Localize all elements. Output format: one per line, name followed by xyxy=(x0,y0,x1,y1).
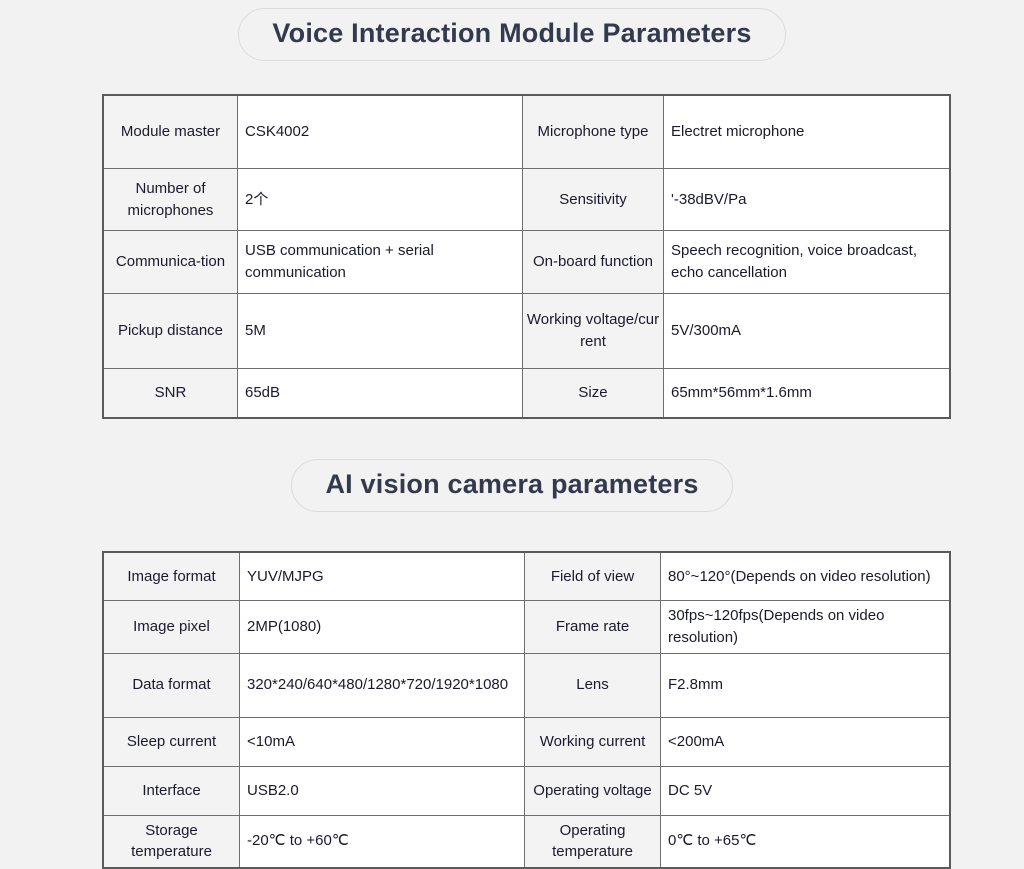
param-value: F2.8mm xyxy=(660,652,951,718)
table-row: Image pixel 2MP(1080) Frame rate 30fps~1… xyxy=(102,600,951,654)
table-row: Data format 320*240/640*480/1280*720/192… xyxy=(102,652,951,718)
param-label: Microphone type xyxy=(522,94,664,169)
table-row: Sleep current <10mA Working current <200… xyxy=(102,716,951,767)
param-label: Size xyxy=(522,368,664,419)
camera-section-heading-label: AI vision camera parameters xyxy=(291,459,733,513)
param-value: YUV/MJPG xyxy=(239,551,525,601)
param-label: Operating temperature xyxy=(524,814,661,869)
param-label: Image format xyxy=(102,551,240,601)
param-label: Image pixel xyxy=(102,600,240,654)
param-label: Working voltage/current xyxy=(522,293,664,369)
param-label: On-board function xyxy=(522,230,664,294)
param-value: 5V/300mA xyxy=(663,293,951,369)
param-value: Electret microphone xyxy=(663,94,951,169)
param-value: USB communication + serial communication xyxy=(237,230,523,294)
spec-sheet-page: Voice Interaction Module Parameters Modu… xyxy=(0,0,1024,869)
voice-section-heading-label: Voice Interaction Module Parameters xyxy=(238,8,786,62)
camera-section-heading: AI vision camera parameters xyxy=(0,459,1024,513)
table-row: Module master CSK4002 Microphone type El… xyxy=(102,94,951,169)
param-label: Frame rate xyxy=(524,600,661,654)
param-value: <200mA xyxy=(660,716,951,767)
param-label: Lens xyxy=(524,652,661,718)
camera-parameters-table: Image format YUV/MJPG Field of view 80°~… xyxy=(102,551,951,869)
table-row: SNR 65dB Size 65mm*56mm*1.6mm xyxy=(102,368,951,419)
param-label: Number of microphones xyxy=(102,168,238,231)
table-row: Image format YUV/MJPG Field of view 80°~… xyxy=(102,551,951,601)
param-value: 30fps~120fps(Depends on video resolution… xyxy=(660,600,951,654)
param-value: 80°~120°(Depends on video resolution) xyxy=(660,551,951,601)
param-value: 5M xyxy=(237,293,523,369)
param-value: USB2.0 xyxy=(239,765,525,816)
table-row: Pickup distance 5M Working voltage/curre… xyxy=(102,293,951,369)
param-value: <10mA xyxy=(239,716,525,767)
param-label: Operating voltage xyxy=(524,765,661,816)
param-value: 2MP(1080) xyxy=(239,600,525,654)
param-value: 65dB xyxy=(237,368,523,419)
param-value: 2个 xyxy=(237,168,523,231)
table-row: Communica-tion USB communication + seria… xyxy=(102,230,951,294)
param-value: '-38dBV/Pa xyxy=(663,168,951,231)
param-value: 65mm*56mm*1.6mm xyxy=(663,368,951,419)
param-label: Sensitivity xyxy=(522,168,664,231)
param-label: SNR xyxy=(102,368,238,419)
voice-section-heading: Voice Interaction Module Parameters xyxy=(0,8,1024,62)
table-row: Number of microphones 2个 Sensitivity '-3… xyxy=(102,168,951,231)
param-value: Speech recognition, voice broadcast, ech… xyxy=(663,230,951,294)
param-label: Working current xyxy=(524,716,661,767)
param-value: DC 5V xyxy=(660,765,951,816)
param-value: 0℃ to +65℃ xyxy=(660,814,951,869)
param-value: 320*240/640*480/1280*720/1920*1080 xyxy=(239,652,525,718)
table-row: Interface USB2.0 Operating voltage DC 5V xyxy=(102,765,951,816)
table-row: Storage temperature -20℃ to +60℃ Operati… xyxy=(102,814,951,869)
param-label: Data format xyxy=(102,652,240,718)
voice-parameters-table: Module master CSK4002 Microphone type El… xyxy=(102,94,951,419)
param-value: -20℃ to +60℃ xyxy=(239,814,525,869)
param-label: Field of view xyxy=(524,551,661,601)
param-label: Interface xyxy=(102,765,240,816)
param-value: CSK4002 xyxy=(237,94,523,169)
param-label: Storage temperature xyxy=(102,814,240,869)
param-label: Module master xyxy=(102,94,238,169)
param-label: Communica-tion xyxy=(102,230,238,294)
param-label: Sleep current xyxy=(102,716,240,767)
param-label: Pickup distance xyxy=(102,293,238,369)
